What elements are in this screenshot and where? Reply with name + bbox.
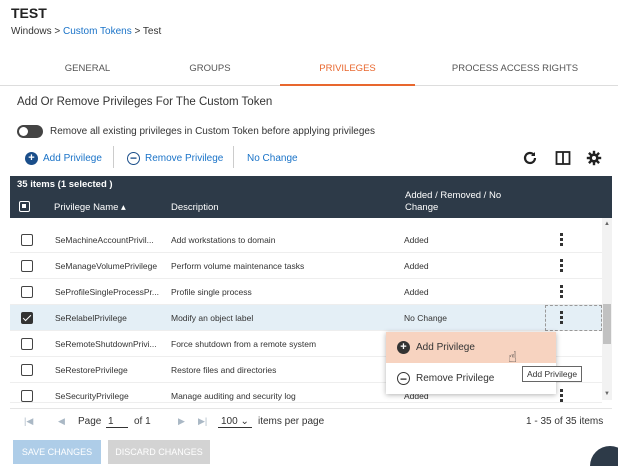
privilege-name: SeMachineAccountPrivil...	[55, 235, 154, 245]
row-actions-icon[interactable]	[560, 389, 563, 403]
grid-scrollbar[interactable]: ▲ ▼	[602, 218, 612, 400]
help-launcher-icon[interactable]	[590, 446, 618, 466]
privilege-status: Added	[404, 261, 429, 271]
columns-icon[interactable]	[555, 150, 571, 166]
tab-groups[interactable]: GROUPS	[145, 56, 275, 86]
tab-process-access-rights[interactable]: PROCESS ACCESS RIGHTS	[425, 56, 605, 86]
pager: |◀ ◀ Page 1 of 1 ▶ ▶| 100 ⌄ items per pa…	[10, 408, 612, 432]
grid-header: 35 items (1 selected ) Privilege Name ▴ …	[10, 176, 612, 218]
page-label: Page	[78, 416, 102, 427]
no-change-button[interactable]: No Change	[247, 151, 298, 165]
menu-item-label: Add Privilege	[416, 342, 475, 353]
last-page-icon[interactable]: ▶|	[198, 416, 207, 427]
items-per-page-select[interactable]: 100 ⌄	[218, 416, 252, 428]
chevron-down-icon: ⌄	[240, 416, 249, 427]
privilege-status: Added	[404, 287, 429, 297]
row-checkbox-checked[interactable]	[21, 312, 33, 324]
privilege-name: SeManageVolumePrivilege	[55, 261, 158, 271]
privilege-name: SeRelabelPrivilege	[55, 313, 127, 323]
items-per-page-value: 100	[221, 416, 238, 427]
plus-circle-icon: +	[397, 341, 410, 354]
page-title: TEST	[11, 5, 47, 21]
privilege-description: Modify an object label	[171, 313, 254, 323]
toggle-label: Remove all existing privileges in Custom…	[50, 126, 375, 137]
row-checkbox[interactable]	[21, 286, 33, 298]
tab-privileges[interactable]: PRIVILEGES	[280, 56, 415, 86]
row-checkbox[interactable]	[21, 390, 33, 402]
privilege-status: Added	[404, 235, 429, 245]
breadcrumb-current: > Test	[131, 26, 162, 37]
privilege-status: No Change	[404, 313, 448, 323]
privilege-description: Add workstations to domain	[171, 235, 276, 245]
column-header-description[interactable]: Description	[171, 202, 219, 213]
row-checkbox[interactable]	[21, 234, 33, 246]
row-checkbox[interactable]	[21, 364, 33, 376]
table-row[interactable]: SeMachineAccountPrivil... Add workstatio…	[10, 227, 602, 253]
minus-circle-icon: −	[127, 151, 140, 165]
remove-existing-toggle[interactable]	[17, 125, 43, 138]
pager-summary: 1 - 35 of 35 items	[526, 416, 604, 427]
row-actions-menu: + Add Privilege − Remove Privilege	[386, 332, 556, 394]
remove-privilege-button[interactable]: − Remove Privilege	[127, 151, 223, 165]
row-actions-icon[interactable]	[560, 259, 563, 273]
page-number-input[interactable]: 1	[106, 416, 128, 428]
minus-circle-icon: −	[397, 372, 410, 385]
column-header-status-line2: Change	[405, 202, 439, 213]
of-pages-label: of 1	[134, 416, 151, 427]
table-row[interactable]: SeProfileSingleProcessPr... Profile sing…	[10, 279, 602, 305]
plus-circle-icon: +	[25, 151, 38, 165]
section-title: Add Or Remove Privileges For The Custom …	[17, 96, 273, 108]
no-change-label: No Change	[247, 152, 298, 164]
privilege-description: Perform volume maintenance tasks	[171, 261, 305, 271]
prev-page-icon[interactable]: ◀	[58, 416, 65, 427]
hand-cursor-icon: ☝	[508, 349, 518, 366]
table-row-selected[interactable]: SeRelabelPrivilege Modify an object labe…	[10, 305, 602, 331]
privilege-description: Force shutdown from a remote system	[171, 339, 317, 349]
privilege-name: SeRestorePrivilege	[55, 365, 128, 375]
tab-general[interactable]: GENERAL	[20, 56, 155, 86]
tab-bar: GENERAL GROUPS PRIVILEGES PROCESS ACCESS…	[0, 56, 618, 86]
breadcrumb: Windows > Custom Tokens > Test	[11, 26, 161, 37]
first-page-icon[interactable]: |◀	[24, 416, 33, 427]
save-changes-button[interactable]: SAVE CHANGES	[13, 440, 101, 464]
row-checkbox[interactable]	[21, 338, 33, 350]
scroll-up-arrow-icon[interactable]: ▲	[604, 221, 610, 227]
add-privilege-button[interactable]: + Add Privilege	[25, 151, 102, 165]
items-per-page-label: items per page	[258, 416, 325, 427]
row-actions-focus	[545, 305, 602, 331]
breadcrumb-link-custom-tokens[interactable]: Custom Tokens	[63, 26, 132, 37]
privilege-description: Manage auditing and security log	[171, 391, 296, 401]
discard-changes-button[interactable]: DISCARD CHANGES	[108, 440, 210, 464]
privilege-name: SeSecurityPrivilege	[55, 391, 129, 401]
gear-icon[interactable]	[586, 150, 602, 166]
item-count: 35 items (1 selected )	[17, 179, 113, 190]
breadcrumb-root: Windows >	[11, 26, 63, 37]
row-checkbox[interactable]	[21, 260, 33, 272]
select-all-checkbox[interactable]	[19, 201, 30, 212]
column-header-privilege-name[interactable]: Privilege Name ▴	[54, 202, 126, 213]
table-row[interactable]: SeManageVolumePrivilege Perform volume m…	[10, 253, 602, 279]
row-actions-icon[interactable]	[560, 233, 563, 247]
toolbar-divider	[233, 146, 234, 168]
scroll-down-arrow-icon[interactable]: ▼	[604, 391, 610, 397]
privilege-name: SeProfileSingleProcessPr...	[55, 287, 159, 297]
column-header-status[interactable]: Added / Removed / No	[405, 190, 501, 201]
row-actions-icon[interactable]	[560, 311, 563, 325]
toolbar-divider	[113, 146, 114, 168]
remove-privilege-label: Remove Privilege	[145, 152, 224, 164]
scrollbar-thumb[interactable]	[603, 304, 611, 344]
privilege-description: Restore files and directories	[171, 365, 277, 375]
next-page-icon[interactable]: ▶	[178, 416, 185, 427]
menu-item-label: Remove Privilege	[416, 373, 495, 384]
row-actions-icon[interactable]	[560, 285, 563, 299]
tooltip: Add Privilege	[522, 366, 583, 382]
refresh-icon[interactable]	[522, 150, 538, 166]
menu-item-add-privilege[interactable]: + Add Privilege	[386, 332, 556, 363]
privilege-description: Profile single process	[171, 287, 252, 297]
add-privilege-label: Add Privilege	[43, 152, 102, 164]
privilege-name: SeRemoteShutdownPrivi...	[55, 339, 157, 349]
